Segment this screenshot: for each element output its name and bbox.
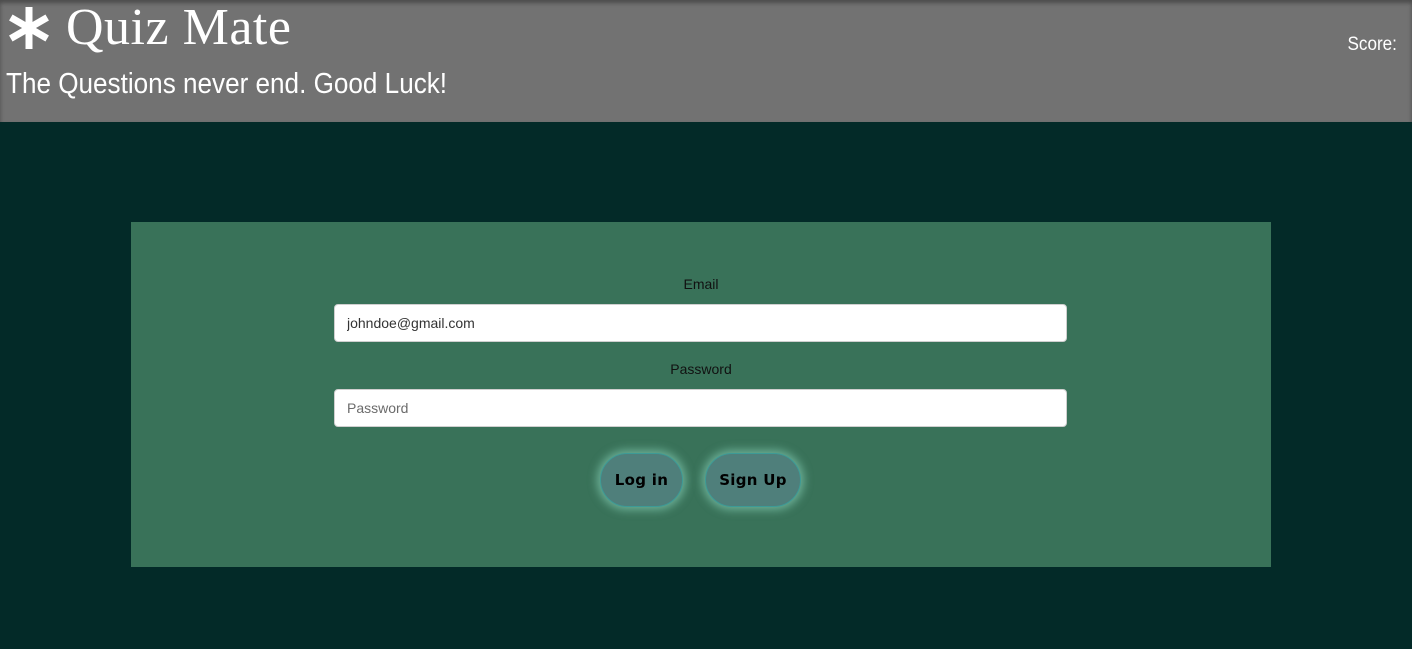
signup-button[interactable]: Sign Up bbox=[705, 453, 801, 507]
email-input[interactable] bbox=[334, 304, 1067, 342]
email-label: Email bbox=[683, 276, 719, 292]
tagline: The Questions never end. Good Luck! bbox=[6, 68, 448, 100]
score-label: Score: bbox=[1347, 34, 1397, 55]
title-row: Quiz Mate bbox=[6, 0, 291, 56]
password-input[interactable] bbox=[334, 389, 1067, 427]
password-label: Password bbox=[670, 361, 732, 377]
header-bar: Quiz Mate The Questions never end. Good … bbox=[0, 0, 1412, 122]
app-title: Quiz Mate bbox=[66, 0, 292, 56]
login-panel: Email Password Log in Sign Up bbox=[131, 222, 1271, 567]
login-button[interactable]: Log in bbox=[600, 453, 683, 507]
asterisk-icon bbox=[9, 7, 49, 49]
